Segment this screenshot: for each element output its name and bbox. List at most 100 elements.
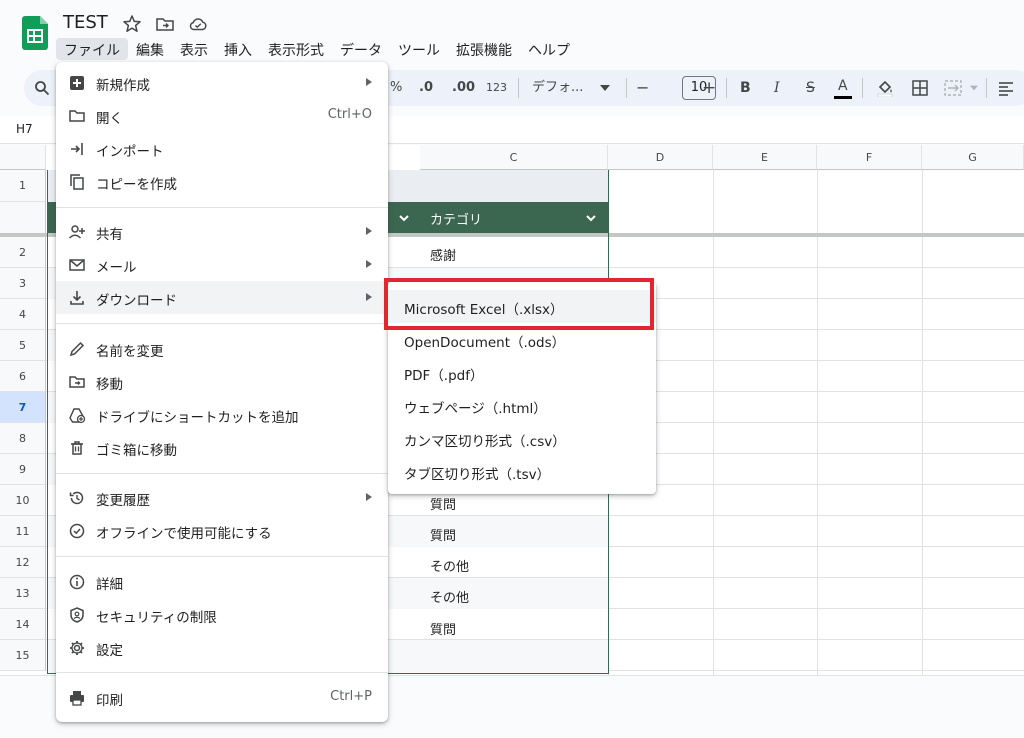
menu-item-download[interactable]: ダウンロード bbox=[56, 281, 388, 314]
submenu-arrow-icon bbox=[366, 78, 372, 86]
menu-item-label: 共有 bbox=[96, 227, 123, 243]
menu-view[interactable]: 表示 bbox=[172, 38, 216, 60]
strikethrough-button[interactable]: S bbox=[806, 70, 815, 106]
row-header-2[interactable]: 2 bbox=[0, 237, 46, 268]
row-header-1[interactable]: 1 bbox=[0, 170, 46, 202]
menu-item-settings[interactable]: 設定 bbox=[56, 631, 388, 664]
category-cell[interactable]: 質問 bbox=[430, 619, 456, 638]
document-title[interactable]: TEST bbox=[63, 12, 108, 33]
category-cell[interactable]: 質問 bbox=[430, 494, 456, 513]
number-format-button[interactable]: 123 bbox=[486, 70, 507, 106]
row-header-11[interactable]: 11 bbox=[0, 516, 46, 547]
download-pdf[interactable]: PDF（.pdf） bbox=[388, 356, 656, 389]
menu-item-email[interactable]: メール bbox=[56, 248, 388, 281]
category-cell[interactable]: その他 bbox=[430, 587, 469, 606]
column-header-c[interactable]: C bbox=[420, 145, 608, 170]
menu-tools[interactable]: ツール bbox=[390, 38, 448, 60]
column-header-e[interactable]: E bbox=[713, 145, 817, 170]
row-header-15[interactable]: 15 bbox=[0, 640, 46, 671]
row-header-6[interactable]: 6 bbox=[0, 361, 46, 392]
column-header-d[interactable]: D bbox=[608, 145, 713, 170]
row-header-12[interactable]: 12 bbox=[0, 547, 46, 578]
row-header-8[interactable]: 8 bbox=[0, 423, 46, 454]
download-csv[interactable]: カンマ区切り形式（.csv） bbox=[388, 422, 656, 455]
file-menu: 新規作成 開く Ctrl+O インポート コピーを作成 共有 メール ダウンロー… bbox=[56, 62, 388, 722]
merge-cells-icon[interactable] bbox=[944, 80, 962, 96]
bold-button[interactable]: B bbox=[740, 70, 751, 106]
decrease-decimal-button[interactable]: .0 bbox=[419, 70, 433, 106]
row-header-10[interactable]: 10 bbox=[0, 485, 46, 516]
increase-decimal-button[interactable]: .00 bbox=[452, 70, 475, 106]
name-box[interactable]: H7 bbox=[16, 122, 33, 136]
menu-item-label: ドライブにショートカットを追加 bbox=[96, 410, 299, 426]
align-left-icon[interactable] bbox=[998, 80, 1014, 96]
category-cell[interactable]: その他 bbox=[430, 556, 469, 575]
menu-insert[interactable]: 挿入 bbox=[216, 38, 260, 60]
star-icon[interactable] bbox=[122, 14, 142, 34]
menu-data[interactable]: データ bbox=[332, 38, 390, 60]
category-cell[interactable]: 感謝 bbox=[430, 245, 456, 264]
percent-format-button[interactable]: % bbox=[390, 70, 402, 106]
text-color-button[interactable]: A bbox=[838, 70, 848, 106]
toolbar-divider bbox=[726, 78, 727, 98]
menu-item-label: 設定 bbox=[96, 643, 123, 659]
menu-file[interactable]: ファイル bbox=[56, 38, 128, 60]
category-column-header[interactable]: カテゴリ bbox=[430, 209, 482, 228]
menu-item-new[interactable]: 新規作成 bbox=[56, 66, 388, 99]
download-tsv[interactable]: タブ区切り形式（.tsv） bbox=[388, 455, 656, 488]
menu-item-label: インポート bbox=[96, 144, 164, 160]
menu-item-import[interactable]: インポート bbox=[56, 132, 388, 165]
search-menus-icon[interactable] bbox=[34, 80, 50, 96]
folder-icon bbox=[69, 110, 85, 122]
row-header-3[interactable]: 3 bbox=[0, 268, 46, 299]
menu-extensions[interactable]: 拡張機能 bbox=[448, 38, 520, 60]
sheets-logo-icon[interactable] bbox=[22, 16, 48, 50]
menu-item-version-history[interactable]: 変更履歴 bbox=[56, 481, 388, 514]
decrease-font-size-button[interactable]: − bbox=[636, 70, 649, 106]
increase-font-size-button[interactable]: + bbox=[702, 70, 716, 106]
category-cell[interactable]: 質問 bbox=[430, 525, 456, 544]
trash-icon bbox=[71, 441, 83, 455]
row-header-7[interactable]: 7 bbox=[0, 392, 46, 423]
menu-item-rename[interactable]: 名前を変更 bbox=[56, 332, 388, 365]
download-ods[interactable]: OpenDocument（.ods） bbox=[388, 323, 656, 356]
font-family-select[interactable]: デフォ... bbox=[532, 70, 583, 106]
menu-edit[interactable]: 編集 bbox=[128, 38, 172, 60]
download-xlsx[interactable]: Microsoft Excel（.xlsx） bbox=[388, 290, 656, 323]
row-header-9[interactable]: 9 bbox=[0, 454, 46, 485]
column-header-g[interactable]: G bbox=[922, 145, 1024, 170]
row-header-14[interactable]: 14 bbox=[0, 609, 46, 640]
row-header-4[interactable]: 4 bbox=[0, 299, 46, 330]
column-header-f[interactable]: F bbox=[817, 145, 922, 170]
menu-item-print[interactable]: 印刷 Ctrl+P bbox=[56, 681, 388, 714]
category-filter-chevron-icon[interactable] bbox=[584, 211, 598, 225]
menu-item-security[interactable]: セキュリティの制限 bbox=[56, 598, 388, 631]
menu-item-share[interactable]: 共有 bbox=[56, 215, 388, 248]
select-all-corner[interactable] bbox=[0, 145, 46, 170]
cloud-saved-icon[interactable] bbox=[188, 14, 208, 34]
fill-color-icon[interactable] bbox=[876, 79, 894, 97]
menu-item-make-copy[interactable]: コピーを作成 bbox=[56, 165, 388, 198]
menu-item-details[interactable]: 詳細 bbox=[56, 565, 388, 598]
row-header-13[interactable]: 13 bbox=[0, 578, 46, 609]
row-header-5[interactable]: 5 bbox=[0, 330, 46, 361]
copy-icon bbox=[70, 174, 84, 190]
menu-item-label: 新規作成 bbox=[96, 78, 150, 94]
menu-item-label: セキュリティの制限 bbox=[96, 610, 217, 626]
borders-icon[interactable] bbox=[912, 80, 928, 96]
add-person-icon bbox=[68, 225, 85, 239]
menu-item-offline[interactable]: オフラインで使用可能にする bbox=[56, 514, 388, 547]
menu-help[interactable]: ヘルプ bbox=[520, 38, 578, 60]
menu-format[interactable]: 表示形式 bbox=[260, 38, 332, 60]
menu-item-open[interactable]: 開く Ctrl+O bbox=[56, 99, 388, 132]
menu-item-add-shortcut[interactable]: ドライブにショートカットを追加 bbox=[56, 398, 388, 431]
menu-item-trash[interactable]: ゴミ箱に移動 bbox=[56, 431, 388, 464]
italic-button[interactable]: I bbox=[774, 70, 780, 106]
menu-item-label: OpenDocument（.ods） bbox=[404, 335, 566, 351]
download-html[interactable]: ウェブページ（.html） bbox=[388, 389, 656, 422]
column-filter-chevron-icon[interactable] bbox=[397, 211, 411, 225]
move-to-folder-icon[interactable] bbox=[155, 14, 175, 34]
menu-item-move[interactable]: 移動 bbox=[56, 365, 388, 398]
download-submenu: Microsoft Excel（.xlsx） OpenDocument（.ods… bbox=[388, 282, 656, 494]
download-icon bbox=[70, 291, 84, 305]
